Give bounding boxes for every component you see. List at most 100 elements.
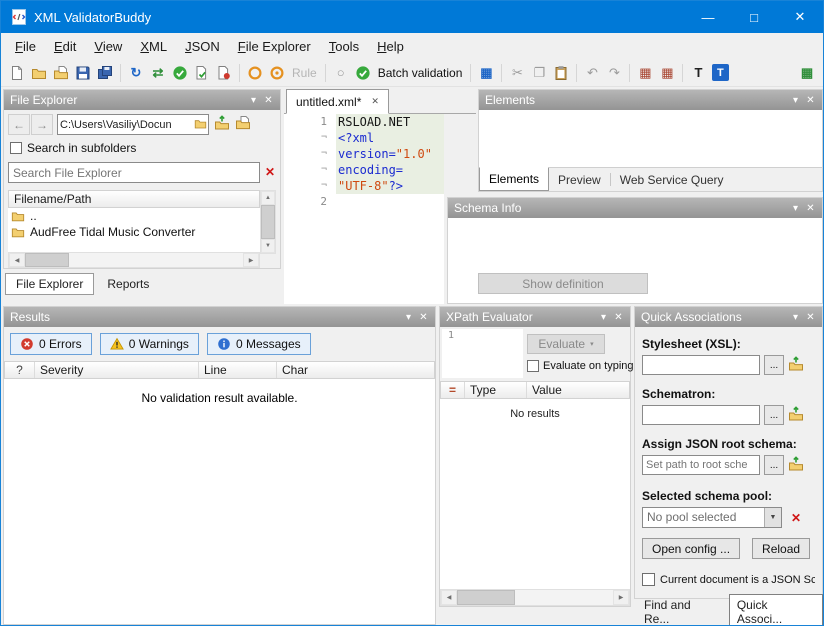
- tab-elements[interactable]: Elements: [479, 167, 549, 191]
- tab-quick-associations[interactable]: Quick Associ...: [729, 594, 823, 626]
- schematron-input[interactable]: [642, 405, 760, 425]
- close-button[interactable]: ✕: [777, 1, 823, 33]
- maximize-button[interactable]: □: [731, 1, 777, 33]
- back-button[interactable]: ←: [8, 114, 30, 135]
- panel-close-icon[interactable]: ✕: [803, 312, 818, 323]
- browse-path-icon[interactable]: [194, 117, 207, 133]
- json-root-browse-button[interactable]: ...: [764, 455, 784, 475]
- panel-close-icon[interactable]: ✕: [416, 312, 431, 323]
- schematron-folder-icon[interactable]: [788, 406, 804, 425]
- global-schema-icon[interactable]: ○: [331, 63, 351, 83]
- save-all-icon[interactable]: [95, 63, 115, 83]
- menu-tools[interactable]: Tools: [320, 35, 368, 58]
- column-severity[interactable]: Severity: [35, 362, 199, 378]
- reload-button[interactable]: Reload: [752, 538, 810, 559]
- list-item[interactable]: ..: [8, 208, 260, 224]
- path-input[interactable]: [58, 119, 194, 131]
- scrollbar-track[interactable]: [69, 253, 243, 267]
- scrollbar-thumb[interactable]: [261, 205, 275, 239]
- check-wellformed-icon[interactable]: [170, 63, 190, 83]
- save-icon[interactable]: [73, 63, 93, 83]
- json-root-schema-input[interactable]: [642, 455, 760, 475]
- xpath-expression-input[interactable]: [456, 329, 523, 378]
- tab-reports[interactable]: Reports: [97, 273, 159, 295]
- refresh-icon[interactable]: ↻: [126, 63, 146, 83]
- code-editor[interactable]: 1RSLOAD.NET ¬<?xml ¬version="1.0" ¬encod…: [284, 114, 444, 304]
- schema-rule-dot-icon[interactable]: [267, 63, 287, 83]
- errors-filter-button[interactable]: 0 Errors: [10, 333, 92, 355]
- batch-validation-icon[interactable]: [353, 63, 373, 83]
- table-schema-alt-icon[interactable]: ▦: [657, 63, 677, 83]
- panel-close-icon[interactable]: ✕: [261, 95, 276, 106]
- stylesheet-browse-button[interactable]: ...: [764, 355, 784, 375]
- horizontal-scrollbar[interactable]: ◀ ▶: [8, 252, 260, 268]
- tab-file-explorer[interactable]: File Explorer: [5, 273, 94, 295]
- open-folder-icon[interactable]: [29, 63, 49, 83]
- schema-pool-dropdown[interactable]: No pool selected ▼: [642, 507, 782, 528]
- menu-file[interactable]: File: [6, 35, 45, 58]
- list-item[interactable]: AudFree Tidal Music Converter: [8, 224, 260, 240]
- panel-menu-icon[interactable]: ▾: [246, 95, 261, 106]
- panel-menu-icon[interactable]: ▾: [788, 95, 803, 106]
- evaluate-on-typing-checkbox[interactable]: Evaluate on typing: [527, 360, 634, 372]
- column-value[interactable]: Value: [527, 382, 629, 398]
- menu-edit[interactable]: Edit: [45, 35, 85, 58]
- menu-json[interactable]: JSON: [176, 35, 229, 58]
- new-folder-icon[interactable]: [235, 115, 252, 132]
- undo-icon[interactable]: ↶: [582, 63, 602, 83]
- panel-menu-icon[interactable]: ▾: [788, 312, 803, 323]
- table-schema-icon[interactable]: ▦: [635, 63, 655, 83]
- open-file-icon[interactable]: [51, 63, 71, 83]
- schematron-browse-button[interactable]: ...: [764, 405, 784, 425]
- scroll-left-icon[interactable]: ◀: [9, 253, 25, 267]
- path-combobox[interactable]: [57, 114, 209, 135]
- scrollbar-thumb[interactable]: [25, 253, 69, 267]
- menu-xml[interactable]: XML: [131, 35, 176, 58]
- stylesheet-input[interactable]: [642, 355, 760, 375]
- panel-close-icon[interactable]: ✕: [803, 203, 818, 214]
- panel-close-icon[interactable]: ✕: [803, 95, 818, 106]
- tab-web-service-query[interactable]: Web Service Query: [611, 168, 733, 191]
- scroll-down-icon[interactable]: ▼: [261, 239, 275, 253]
- batch-validation-label[interactable]: Batch validation: [378, 66, 463, 80]
- search-input[interactable]: [8, 162, 260, 183]
- column-flag[interactable]: ?: [5, 362, 35, 378]
- scroll-right-icon[interactable]: ▶: [613, 590, 629, 605]
- forward-button[interactable]: →: [31, 114, 53, 135]
- results-table-header[interactable]: ? Severity Line Char: [4, 361, 435, 379]
- scroll-right-icon[interactable]: ▶: [243, 253, 259, 267]
- xpath-results-header[interactable]: = Type Value: [440, 381, 630, 399]
- column-line[interactable]: Line: [199, 362, 277, 378]
- checkbox-box[interactable]: [527, 360, 539, 372]
- new-document-icon[interactable]: [7, 63, 27, 83]
- copy-icon[interactable]: ❐: [529, 63, 549, 83]
- filename-column-header[interactable]: Filename/Path: [8, 190, 260, 208]
- redo-icon[interactable]: ↷: [604, 63, 624, 83]
- document-tab[interactable]: untitled.xml* ✕: [286, 89, 389, 114]
- paste-icon[interactable]: [551, 63, 571, 83]
- warnings-filter-button[interactable]: 0 Warnings: [100, 333, 199, 355]
- column-type[interactable]: Type: [465, 382, 527, 398]
- json-schema-checkbox[interactable]: Current document is a JSON Sche: [642, 573, 815, 586]
- window-layout-icon[interactable]: ▦: [476, 63, 496, 83]
- cut-icon[interactable]: ✂: [507, 63, 527, 83]
- up-folder-icon[interactable]: [214, 115, 231, 132]
- panel-menu-icon[interactable]: ▾: [596, 312, 611, 323]
- tab-find-and-replace[interactable]: Find and Re...: [637, 594, 726, 626]
- stylesheet-folder-icon[interactable]: [788, 356, 804, 375]
- report-grid-icon[interactable]: ▦: [797, 63, 817, 83]
- scroll-up-icon[interactable]: ▲: [261, 191, 275, 205]
- search-subfolders-checkbox[interactable]: [10, 142, 22, 154]
- scroll-left-icon[interactable]: ◀: [441, 590, 457, 605]
- dropdown-arrow-icon[interactable]: ▼: [764, 508, 781, 527]
- open-config-button[interactable]: Open config ...: [642, 538, 740, 559]
- evaluate-button[interactable]: Evaluate ▾: [527, 334, 605, 354]
- menu-file-explorer[interactable]: File Explorer: [229, 35, 320, 58]
- menu-view[interactable]: View: [85, 35, 131, 58]
- transform-icon[interactable]: ⇄: [148, 63, 168, 83]
- scrollbar-thumb[interactable]: [457, 590, 515, 605]
- panel-menu-icon[interactable]: ▾: [788, 203, 803, 214]
- vertical-scrollbar[interactable]: ▲ ▼: [260, 190, 276, 254]
- close-tab-icon[interactable]: ✕: [371, 96, 379, 107]
- text-highlight-icon[interactable]: T: [710, 63, 730, 83]
